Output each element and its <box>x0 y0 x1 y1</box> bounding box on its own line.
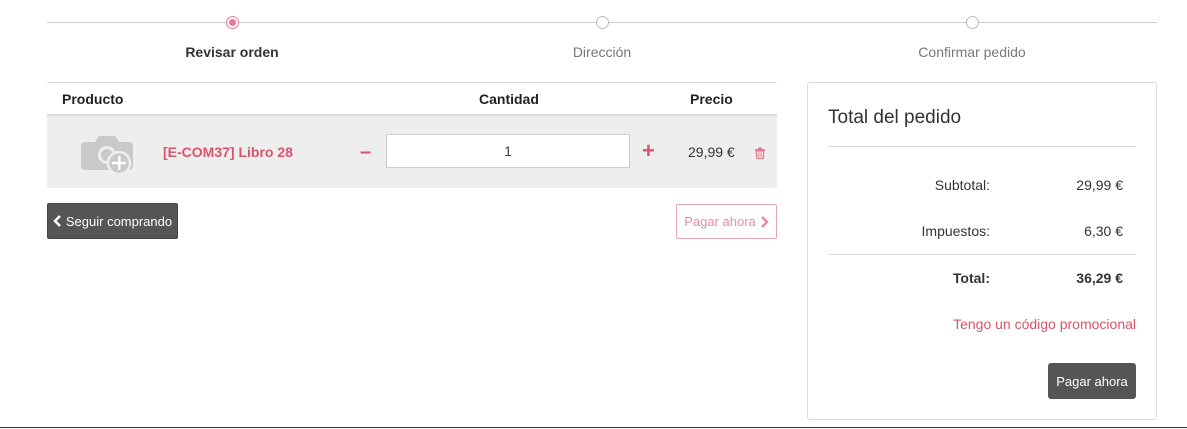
column-header-quantity: Cantidad <box>479 91 539 107</box>
pay-now-label: Pagar ahora <box>684 214 756 229</box>
step-dot <box>965 16 979 29</box>
order-summary-title: Total del pedido <box>828 107 962 128</box>
order-summary-panel: Total del pedido Subtotal: 29,99 € Impue… <box>807 82 1157 420</box>
step-review-order[interactable]: Revisar orden <box>112 15 352 60</box>
total-label: Total: <box>952 270 990 286</box>
product-name-link[interactable]: [E-COM37] Libro 28 <box>163 144 293 160</box>
pay-now-button-secondary[interactable]: Pagar ahora <box>676 204 777 239</box>
step-confirm-order[interactable]: Confirmar pedido <box>852 15 1092 60</box>
page-bottom-border <box>0 427 1187 428</box>
pay-now-label: Pagar ahora <box>1056 373 1128 389</box>
column-header-product: Producto <box>62 91 124 107</box>
checkout-progress: Revisar orden Dirección Confirmar pedido <box>47 15 1157 65</box>
chevron-right-icon <box>760 215 769 228</box>
step-label: Revisar orden <box>185 44 279 60</box>
quantity-decrease-button[interactable]: – <box>360 142 371 162</box>
subtotal-label: Subtotal: <box>934 177 990 193</box>
chevron-left-icon <box>53 215 61 227</box>
pay-now-button[interactable]: Pagar ahora <box>1048 363 1136 399</box>
cart-item-row: [E-COM37] Libro 28 – + 29,99 € <box>47 116 777 188</box>
total-value: 36,29 € <box>1076 270 1123 286</box>
step-dot-active <box>225 16 239 29</box>
divider <box>828 146 1136 147</box>
step-address[interactable]: Dirección <box>482 15 722 60</box>
divider <box>828 254 1136 255</box>
step-dot <box>595 16 609 29</box>
cart-table-header: Producto Cantidad Precio <box>47 82 777 116</box>
subtotal-value: 29,99 € <box>1076 177 1123 193</box>
continue-shopping-label: Seguir comprando <box>65 213 173 229</box>
quantity-increase-button[interactable]: + <box>642 140 655 162</box>
promo-code-link[interactable]: Tengo un código promocional <box>953 316 1136 332</box>
camera-add-icon[interactable] <box>81 132 133 174</box>
trash-icon[interactable] <box>754 147 766 159</box>
line-item-price: 29,99 € <box>688 144 735 160</box>
taxes-label: Impuestos: <box>921 223 990 239</box>
taxes-value: 6,30 € <box>1084 223 1123 239</box>
column-header-price: Precio <box>690 91 733 107</box>
continue-shopping-button[interactable]: Seguir comprando <box>47 203 178 239</box>
quantity-input[interactable] <box>386 134 630 168</box>
step-label: Confirmar pedido <box>918 44 1026 60</box>
step-label: Dirección <box>572 44 632 60</box>
cart-table: Producto Cantidad Precio [E-COM37] Libro… <box>47 82 777 188</box>
